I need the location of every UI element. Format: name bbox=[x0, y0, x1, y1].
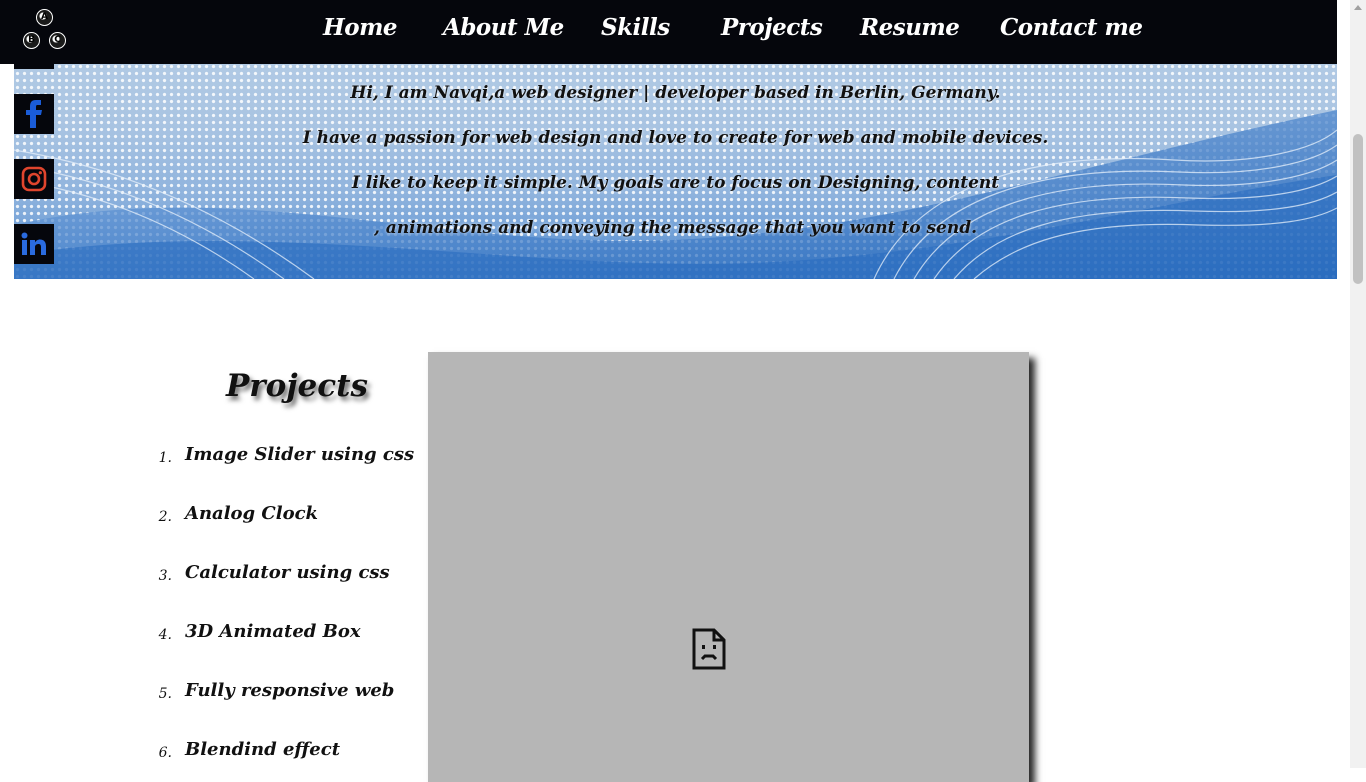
broken-page-icon bbox=[692, 628, 726, 670]
project-number: 5. bbox=[158, 686, 172, 702]
page-scrollbar[interactable] bbox=[1350, 0, 1366, 768]
hero-line-4: , animations and conveying the message t… bbox=[373, 218, 978, 238]
project-link-analog-clock[interactable]: Analog Clock bbox=[185, 503, 318, 524]
nav-contact-me[interactable]: Contact me bbox=[1000, 14, 1143, 41]
linkedin-icon bbox=[21, 232, 46, 255]
project-number: 1. bbox=[158, 450, 172, 466]
project-number: 3. bbox=[158, 568, 172, 584]
project-link-responsive-web[interactable]: Fully responsive web bbox=[185, 680, 394, 701]
project-link-3d-box[interactable]: 3D Animated Box bbox=[185, 621, 361, 642]
hero-line-2: I have a passion for web design and love… bbox=[302, 128, 1049, 148]
nav-about-me[interactable]: About Me bbox=[443, 14, 564, 41]
site-logo[interactable]: A B C bbox=[20, 9, 68, 51]
facebook-icon bbox=[26, 100, 42, 128]
logo-ball-a: A bbox=[36, 9, 53, 26]
project-item[interactable]: 5. Fully responsive web bbox=[150, 680, 410, 710]
hero-line-3: I like to keep it simple. My goals are t… bbox=[351, 173, 1000, 193]
project-number: 6. bbox=[158, 745, 172, 761]
nav-skills[interactable]: Skills bbox=[601, 14, 670, 41]
project-item[interactable]: 3. Calculator using css bbox=[150, 562, 410, 592]
project-item[interactable]: 1. Image Slider using css bbox=[150, 444, 414, 474]
facebook-link[interactable] bbox=[14, 94, 54, 134]
nav-projects[interactable]: Projects bbox=[721, 14, 823, 41]
scroll-up-arrow-icon[interactable] bbox=[1354, 5, 1362, 10]
top-navbar: A B C Home About Me Skills Projects Resu… bbox=[0, 0, 1337, 64]
projects-heading: Projects bbox=[226, 368, 368, 404]
logo-ball-b: B bbox=[23, 32, 40, 49]
project-item[interactable]: 6. Blendind effect bbox=[150, 739, 410, 769]
project-number: 2. bbox=[158, 509, 172, 525]
scrollbar-thumb[interactable] bbox=[1353, 134, 1363, 284]
nav-resume[interactable]: Resume bbox=[860, 14, 960, 41]
project-number: 4. bbox=[158, 627, 172, 643]
project-item[interactable]: 2. Analog Clock bbox=[150, 503, 410, 533]
project-link-calculator[interactable]: Calculator using css bbox=[185, 562, 390, 583]
project-item[interactable]: 4. 3D Animated Box bbox=[150, 621, 410, 651]
hero-line-1: Hi, I am Navqi,a web designer | develope… bbox=[350, 83, 1001, 103]
project-link-image-slider[interactable]: Image Slider using css bbox=[185, 444, 414, 465]
social-sidebar-top bbox=[14, 64, 54, 69]
linkedin-link[interactable] bbox=[14, 224, 54, 264]
instagram-icon bbox=[21, 166, 47, 192]
project-link-blending-effect[interactable]: Blendind effect bbox=[185, 739, 340, 760]
project-preview-frame[interactable] bbox=[428, 352, 1029, 782]
nav-home[interactable]: Home bbox=[323, 14, 398, 41]
logo-ball-c: C bbox=[49, 32, 66, 49]
instagram-link[interactable] bbox=[14, 159, 54, 199]
